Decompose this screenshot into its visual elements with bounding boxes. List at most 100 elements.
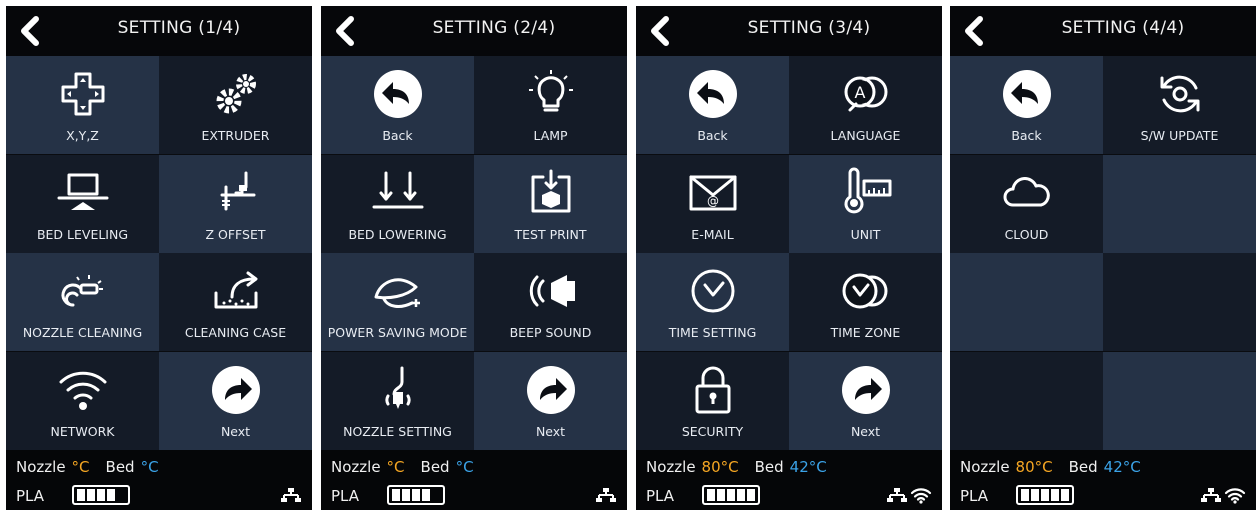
level-bar [107,489,115,501]
menu-item-power-saving-mode[interactable]: POWER SAVING MODE [321,253,474,351]
menu-item-time-setting[interactable]: TIME SETTING [636,253,789,351]
menu-item-bed-lowering[interactable]: BED LOWERING [321,154,474,253]
next-arrow-icon [523,362,579,418]
menu-item-cloud[interactable]: CLOUD [950,154,1103,253]
setting-panel-3: SETTING (3/4) Back A LANGUAGE @ E-MAIL UNIT TI… [636,6,942,510]
header-bar: SETTING (3/4) [636,6,942,56]
menu-item-label: POWER SAVING MODE [327,325,468,340]
setting-panel-2: SETTING (2/4) Back LAMP BED LOWERING TEST P… [321,6,627,510]
menu-item-label: EXTRUDER [201,128,270,143]
ethernet-icon [280,486,302,504]
menu-item-z-offset[interactable]: Z OFFSET [159,154,312,253]
menu-item-back[interactable]: Back [321,56,474,154]
level-bar [412,489,420,501]
menu-item-nozzle-cleaning[interactable]: NOZZLE CLEANING [6,253,159,351]
settings-grid: X,Y,Z EXTRUDER BED LEVELING Z OFFSET NOZZLE … [6,56,312,450]
menu-item-next[interactable]: Next [789,351,942,450]
menu-item-label: S/W UPDATE [1140,128,1219,143]
menu-item-time-zone[interactable]: TIME ZONE [789,253,942,351]
svg-text:A: A [854,83,865,102]
bed-temp: °C [455,458,474,476]
settings-grid: Back S/W UPDATE CLOUD [950,56,1256,450]
bed-lowering-icon [370,165,426,221]
menu-item-label: NETWORK [50,423,115,439]
menu-item-label: NOZZLE SETTING [343,423,452,439]
menu-item-back[interactable]: Back [950,56,1103,154]
menu-item-beep-sound[interactable]: BEEP SOUND [474,253,627,351]
menu-item-label: CLOUD [1004,226,1049,242]
back-arrow-icon [685,66,741,122]
page-title: SETTING (4/4) [1061,18,1185,38]
email-icon: @ [685,165,741,221]
menu-item-language[interactable]: A LANGUAGE [789,56,942,154]
menu-item-label: Back [697,128,728,143]
filament-level-indicator [1016,485,1074,505]
menu-item-network[interactable]: NETWORK [6,351,159,450]
bed-leveling-icon [55,165,111,221]
menu-item-label: TEST PRINT [514,226,587,242]
menu-item-label: TIME SETTING [668,325,757,340]
back-chevron-icon[interactable] [329,14,363,48]
menu-item-label: CLEANING CASE [184,325,287,340]
header-bar: SETTING (1/4) [6,6,312,56]
ethernet-icon [595,486,617,504]
menu-item-label: Next [220,423,251,439]
menu-item-label: Next [535,423,566,439]
empty-cell [950,253,1103,351]
back-arrow-icon [999,66,1055,122]
back-chevron-icon[interactable] [958,14,992,48]
filament-level-indicator [387,485,445,505]
material-label: PLA [16,487,45,505]
nozzle-cleaning-icon [55,263,111,319]
back-chevron-icon[interactable] [14,14,48,48]
nozzle-label: Nozzle [331,458,381,476]
menu-item-nozzle-setting[interactable]: NOZZLE SETTING [321,351,474,450]
menu-item-label: Back [1011,128,1042,143]
menu-item-e-mail[interactable]: @ E-MAIL [636,154,789,253]
nozzle-label: Nozzle [646,458,696,476]
cloud-icon [999,165,1055,221]
menu-item-bed-leveling[interactable]: BED LEVELING [6,154,159,253]
menu-item-security[interactable]: SECURITY [636,351,789,450]
setting-panel-1: SETTING (1/4) X,Y,Z EXTRUDER BED LEVELING Z… [6,6,312,510]
menu-item-label: TIME ZONE [830,325,901,340]
svg-text:@: @ [707,194,719,208]
menu-item-lamp[interactable]: LAMP [474,56,627,154]
menu-item-label: BEEP SOUND [509,325,592,340]
nozzle-temp: °C [386,458,405,476]
settings-grid: Back LAMP BED LOWERING TEST PRINT POWER SAVI… [321,56,627,450]
menu-item-label: X,Y,Z [66,128,99,143]
menu-item-label: BED LEVELING [36,226,129,242]
bed-label: Bed [1068,458,1098,476]
menu-item-extruder[interactable]: EXTRUDER [159,56,312,154]
bed-temp: 42°C [1103,458,1141,476]
menu-item-s-w-update[interactable]: S/W UPDATE [1103,56,1256,154]
menu-item-label: E-MAIL [691,226,734,242]
sw-update-icon [1152,66,1208,122]
temperature-readout: Nozzle 80°C Bed 42°C [960,458,1141,476]
level-bar [1041,489,1049,501]
temperature-readout: Nozzle 80°C Bed 42°C [646,458,827,476]
level-bar [1051,489,1059,501]
temperature-readout: Nozzle °C Bed °C [331,458,474,476]
menu-item-x-y-z[interactable]: X,Y,Z [6,56,159,154]
menu-item-test-print[interactable]: TEST PRINT [474,154,627,253]
back-chevron-icon[interactable] [644,14,678,48]
menu-item-cleaning-case[interactable]: CLEANING CASE [159,253,312,351]
menu-item-back[interactable]: Back [636,56,789,154]
lock-icon [685,362,741,418]
level-bar [1021,489,1029,501]
status-bar: Nozzle 80°C Bed 42°C PLA [950,450,1256,510]
level-bar [422,489,430,501]
bed-label: Bed [105,458,135,476]
bed-label: Bed [754,458,784,476]
level-bar [1061,489,1069,501]
language-icon: A [838,66,894,122]
menu-item-next[interactable]: Next [474,351,627,450]
empty-cell [950,351,1103,450]
back-arrow-icon [370,66,426,122]
menu-item-next[interactable]: Next [159,351,312,450]
nozzle-label: Nozzle [960,458,1010,476]
menu-item-unit[interactable]: UNIT [789,154,942,253]
status-bar: Nozzle °C Bed °C PLA [6,450,312,510]
